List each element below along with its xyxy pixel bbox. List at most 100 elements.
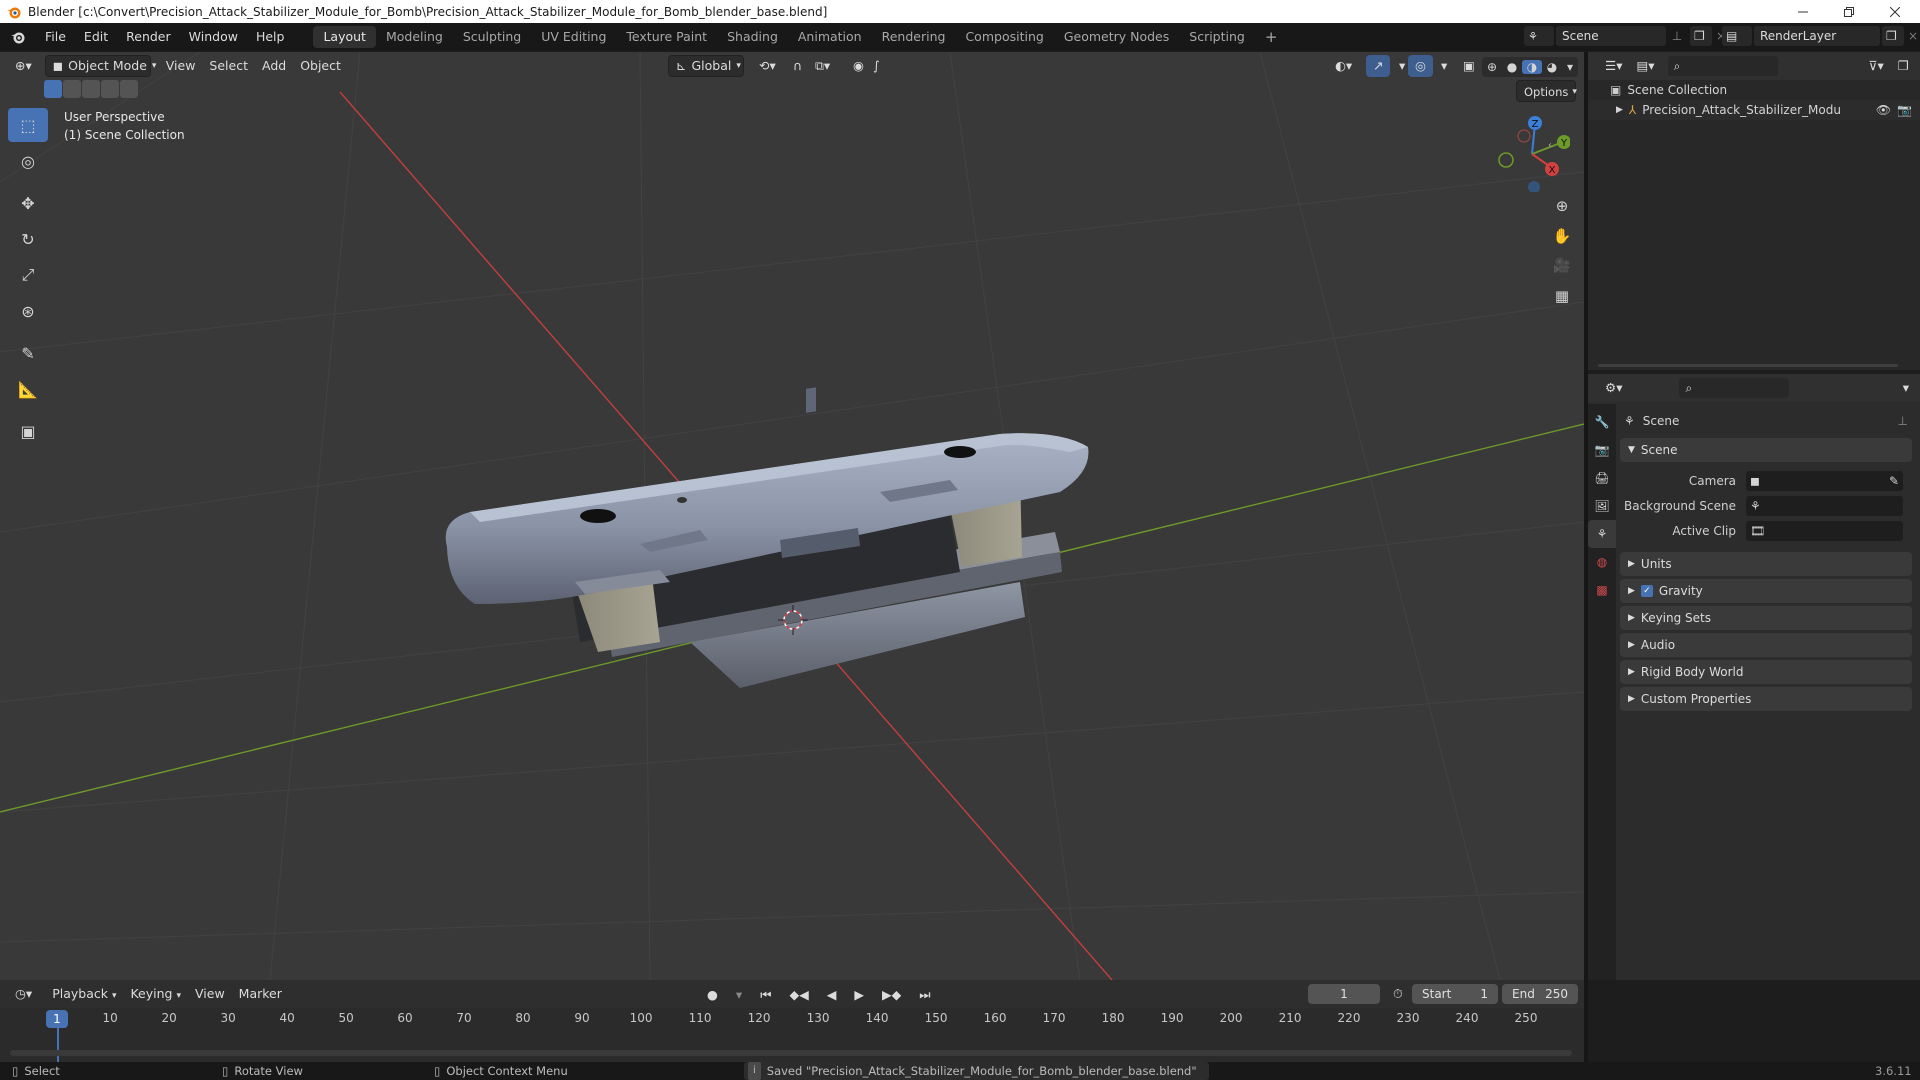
jump-start-button[interactable]: ⏮ bbox=[753, 984, 778, 1006]
new-collection-button[interactable]: ❐ bbox=[1891, 55, 1916, 77]
outliner-editor-type-button[interactable]: ☰▾ bbox=[1598, 55, 1629, 77]
custom-properties-section-header[interactable]: ▶ Custom Properties bbox=[1620, 687, 1912, 711]
auto-keying-toggle[interactable]: ● bbox=[700, 984, 725, 1006]
camera-field[interactable]: ◼ ✎ bbox=[1746, 471, 1903, 491]
use-preview-range-toggle[interactable]: ⏱ bbox=[1386, 983, 1410, 1005]
select-invert-button[interactable] bbox=[101, 80, 119, 98]
playhead-label[interactable]: 1 bbox=[46, 1010, 68, 1028]
rendered-shading-button[interactable]: ◕ bbox=[1542, 60, 1562, 74]
ortho-toggle-button[interactable]: ▦ bbox=[1548, 282, 1576, 310]
status-report[interactable]: i Saved "Precision_Attack_Stabilizer_Mod… bbox=[744, 1062, 1209, 1080]
tab-layout[interactable]: Layout bbox=[313, 26, 376, 48]
zoom-button[interactable]: ⊕ bbox=[1548, 192, 1576, 220]
display-mode-button[interactable]: ▤▾ bbox=[1629, 55, 1661, 77]
new-scene-button[interactable]: ❐ bbox=[1690, 26, 1712, 46]
xray-toggle[interactable]: ▣ bbox=[1456, 55, 1482, 77]
gravity-checkbox[interactable]: ✓ bbox=[1640, 585, 1653, 597]
play-button[interactable]: ▶ bbox=[847, 984, 871, 1006]
menu-keying[interactable]: Keying ▾ bbox=[123, 983, 188, 1005]
gravity-section-header[interactable]: ▶ ✓ Gravity bbox=[1620, 579, 1912, 603]
tab-compositing[interactable]: Compositing bbox=[955, 26, 1053, 48]
solid-shading-button[interactable]: ● bbox=[1502, 60, 1522, 74]
outliner-root-row[interactable]: ▣ Scene Collection bbox=[1588, 80, 1920, 100]
pan-button[interactable]: ✋ bbox=[1548, 222, 1576, 250]
rigid-body-world-section-header[interactable]: ▶ Rigid Body World bbox=[1620, 660, 1912, 684]
frame-ruler[interactable]: 10 20 30 40 50 60 70 80 90 100 110 120 130 140 150 160 1… bbox=[0, 1008, 1584, 1030]
scene-name-field[interactable]: Scene bbox=[1556, 26, 1666, 46]
renderlayer-browse-button[interactable]: ▤ bbox=[1722, 26, 1752, 46]
active-clip-field[interactable]: 🎞 bbox=[1746, 521, 1903, 541]
properties-search-input[interactable]: ⌕ bbox=[1679, 378, 1790, 398]
menu-edit[interactable]: Edit bbox=[75, 26, 117, 48]
shading-dropdown[interactable]: ▾ bbox=[1562, 60, 1578, 74]
scale-tool[interactable]: ⤢ bbox=[8, 258, 48, 292]
pin-icon[interactable]: ⊥ bbox=[1898, 414, 1908, 428]
tab-modeling[interactable]: Modeling bbox=[376, 26, 453, 48]
close-button[interactable] bbox=[1872, 0, 1918, 23]
current-frame-field[interactable]: 1 bbox=[1308, 984, 1380, 1004]
tab-texture-paint[interactable]: Texture Paint bbox=[616, 26, 717, 48]
snap-toggle[interactable]: ∩ bbox=[786, 55, 809, 77]
new-renderlayer-button[interactable]: ❐ bbox=[1882, 26, 1904, 46]
annotate-tool[interactable]: ✎ bbox=[8, 336, 48, 370]
timeline-editor-type-button[interactable]: ◷▾ bbox=[8, 983, 39, 1005]
pin-icon[interactable]: ⊥ bbox=[1666, 29, 1688, 43]
menu-select[interactable]: Select bbox=[202, 55, 255, 77]
material-shading-button[interactable]: ◑ bbox=[1522, 60, 1542, 74]
filter-button[interactable]: ⊽▾ bbox=[1861, 55, 1890, 77]
menu-render[interactable]: Render bbox=[117, 26, 180, 48]
tab-tool[interactable]: 🔧 bbox=[1588, 408, 1616, 436]
select-subtract-button[interactable] bbox=[82, 80, 100, 98]
pivot-point-button[interactable]: ⟲▾ bbox=[752, 55, 783, 77]
menu-add[interactable]: Add bbox=[255, 55, 293, 77]
timeline-scrollbar[interactable] bbox=[10, 1050, 1572, 1056]
tab-animation[interactable]: Animation bbox=[788, 26, 872, 48]
keying-sets-section-header[interactable]: ▶ Keying Sets bbox=[1620, 606, 1912, 630]
next-keyframe-button[interactable]: ▶◆ bbox=[875, 984, 908, 1006]
blender-menu-button[interactable] bbox=[0, 29, 36, 45]
navigation-gizmo[interactable]: Z Y X bbox=[1490, 112, 1570, 192]
renderlayer-name-field[interactable]: RenderLayer bbox=[1754, 26, 1880, 46]
select-box-tool[interactable]: ⬚ bbox=[8, 108, 48, 142]
menu-file[interactable]: File bbox=[36, 26, 75, 48]
end-frame-field[interactable]: End 250 bbox=[1502, 984, 1578, 1004]
snap-target-button[interactable]: ⧉▾ bbox=[808, 55, 837, 77]
render-camera-icon[interactable]: 📷 bbox=[1897, 103, 1912, 117]
outliner-scrollbar[interactable] bbox=[1598, 364, 1898, 367]
tab-geometry-nodes[interactable]: Geometry Nodes bbox=[1054, 26, 1179, 48]
add-cube-tool[interactable]: ▣ bbox=[8, 414, 48, 448]
maximize-button[interactable] bbox=[1826, 0, 1872, 23]
tab-shading[interactable]: Shading bbox=[717, 26, 788, 48]
tab-uv-editing[interactable]: UV Editing bbox=[531, 26, 616, 48]
outliner-item[interactable]: ▶ ⅄ Precision_Attack_Stabilizer_Module_f… bbox=[1588, 100, 1920, 120]
visibility-eye-icon[interactable]: 👁 bbox=[1876, 103, 1891, 117]
transform-tool[interactable]: ⊛ bbox=[8, 294, 48, 328]
start-frame-field[interactable]: Start 1 bbox=[1412, 984, 1498, 1004]
prev-keyframe-button[interactable]: ◆◀ bbox=[782, 984, 815, 1006]
delete-renderlayer-button[interactable]: × bbox=[1904, 29, 1920, 43]
tab-sculpting[interactable]: Sculpting bbox=[453, 26, 531, 48]
select-extend-button[interactable] bbox=[63, 80, 81, 98]
disclosure-triangle-icon[interactable]: ▶ bbox=[1616, 105, 1623, 115]
menu-help[interactable]: Help bbox=[247, 26, 294, 48]
eyedropper-icon[interactable]: ✎ bbox=[1889, 474, 1899, 488]
playhead-line[interactable] bbox=[57, 1028, 59, 1064]
select-new-button[interactable] bbox=[44, 80, 62, 98]
wireframe-shading-button[interactable]: ⊕ bbox=[1482, 60, 1502, 74]
add-workspace-button[interactable]: + bbox=[1255, 26, 1288, 48]
menu-view[interactable]: View bbox=[159, 55, 203, 77]
overlay-dropdown[interactable]: ▾ bbox=[1434, 55, 1454, 77]
cursor-tool[interactable]: ◎ bbox=[8, 144, 48, 178]
jump-end-button[interactable]: ⏭ bbox=[912, 984, 937, 1006]
outliner-search-input[interactable]: ⌕ bbox=[1667, 56, 1778, 76]
move-tool[interactable]: ✥ bbox=[8, 186, 48, 220]
keying-dropdown[interactable]: ▾ bbox=[729, 984, 749, 1006]
minimize-button[interactable] bbox=[1780, 0, 1826, 23]
background-scene-field[interactable]: ⚘ bbox=[1746, 496, 1903, 516]
rotate-tool[interactable]: ↻ bbox=[8, 222, 48, 256]
scene-browse-button[interactable]: ⚘ bbox=[1524, 26, 1554, 46]
select-intersect-button[interactable] bbox=[120, 80, 138, 98]
overlay-toggle[interactable]: ◎ bbox=[1408, 55, 1433, 77]
editor-type-button[interactable]: ⊕▾ bbox=[8, 55, 39, 77]
menu-object[interactable]: Object bbox=[293, 55, 348, 77]
